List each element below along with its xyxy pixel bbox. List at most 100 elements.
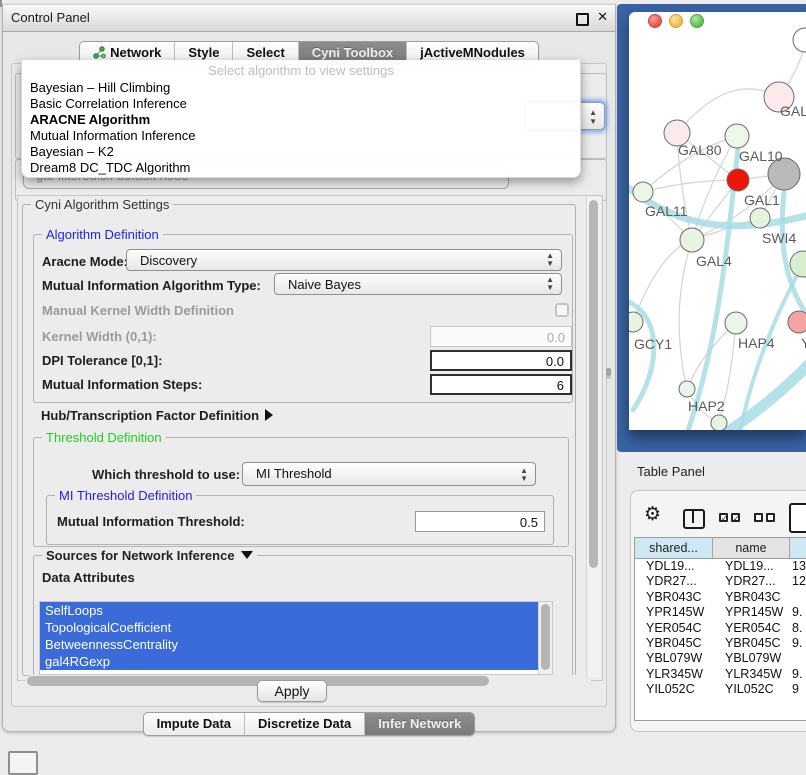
tab-label: Network	[110, 45, 161, 60]
which-threshold-value: MI Threshold	[256, 466, 332, 481]
tab-label: Infer Network	[378, 716, 461, 731]
attribute-item-betweennesscentrality[interactable]: BetweennessCentrality	[40, 636, 539, 653]
tab-label: Select	[246, 45, 284, 60]
network-edge	[679, 240, 692, 389]
mi-steps-field[interactable]: 6	[430, 374, 572, 395]
table-row[interactable]: YDL19...YDL19...13	[635, 559, 806, 574]
network-node[interactable]	[725, 124, 749, 148]
table-cell: YDR27...	[635, 574, 713, 589]
table-cell: YBR045C	[635, 636, 713, 651]
data-attributes-list[interactable]: SelfLoopsTopologicalCoefficientBetweenne…	[39, 601, 553, 675]
network-node[interactable]	[629, 312, 643, 332]
network-node[interactable]	[679, 381, 695, 397]
table-row[interactable]: YER054CYER054C8.	[635, 621, 806, 636]
network-node[interactable]	[790, 251, 806, 277]
settings-scroll-viewport: Cyni Algorithm Settings Algorithm Defini…	[17, 195, 603, 681]
control-panel-window: Control Panel ✕ NetworkStyleSelectCyni T…	[2, 4, 616, 732]
attribute-item-topologicalcoefficient[interactable]: TopologicalCoefficient	[40, 619, 539, 636]
network-node[interactable]	[725, 312, 747, 334]
network-view-window[interactable]: GALGAL80GAL10GAL1GAL11SWI4GAL4GCY1HAP4YH…	[629, 12, 806, 430]
dpi-tolerance-label: DPI Tolerance [0,1]:	[42, 353, 162, 368]
table-panel-title: Table Panel	[637, 464, 705, 479]
dpi-tolerance-field[interactable]: 0.0	[430, 350, 572, 371]
tab-impute-data[interactable]: Impute Data	[144, 713, 244, 735]
scrollbar-thumb[interactable]	[541, 604, 550, 670]
cyni-settings-group-title: Cyni Algorithm Settings	[31, 197, 173, 212]
zoom-traffic-light-icon[interactable]	[690, 14, 704, 28]
sources-title-label: Sources for Network Inference	[46, 548, 235, 563]
dropdown-item-mutual-information-inference[interactable]: Mutual Information Inference	[22, 128, 580, 144]
dropdown-item-bayesian-hill-climbing[interactable]: Bayesian – Hill Climbing	[22, 80, 580, 96]
which-threshold-label: Which threshold to use:	[92, 467, 240, 482]
mi-threshold-field[interactable]: 0.5	[415, 511, 545, 532]
split-columns-icon[interactable]	[683, 509, 705, 529]
dropdown-item-aracne-algorithm[interactable]: ARACNE Algorithm	[22, 112, 580, 128]
table-cell: 9.	[790, 636, 806, 651]
table-row[interactable]: YBR045CYBR045C9.	[635, 636, 806, 651]
attribute-item-selfloops[interactable]: SelfLoops	[40, 602, 539, 619]
network-node[interactable]	[680, 228, 704, 252]
network-node[interactable]	[711, 415, 727, 430]
mi-type-combo[interactable]: Naive Bayes ▲▼	[274, 273, 562, 295]
sources-group-title[interactable]: Sources for Network Inference	[42, 548, 257, 563]
cyni-algorithm-settings-group: Cyni Algorithm Settings Algorithm Defini…	[22, 204, 576, 676]
network-node[interactable]	[793, 28, 806, 52]
network-node[interactable]	[788, 311, 806, 333]
column-header-partial[interactable]	[790, 538, 806, 558]
table-cell: YBR043C	[713, 590, 790, 605]
spinner-arrows-icon: ▲▼	[520, 467, 528, 483]
dropdown-item-basic-correlation-inference[interactable]: Basic Correlation Inference	[22, 96, 580, 112]
network-canvas[interactable]: GALGAL80GAL10GAL1GAL11SWI4GAL4GCY1HAP4YH…	[629, 12, 806, 430]
table-row[interactable]: YBR043CYBR043C	[635, 590, 806, 605]
aracne-mode-value: Discovery	[140, 253, 197, 268]
column-header-shared[interactable]: shared...	[635, 538, 713, 558]
panel-splitter-handle[interactable]	[606, 368, 611, 376]
close-traffic-light-icon[interactable]	[648, 14, 662, 28]
which-threshold-combo[interactable]: MI Threshold ▲▼	[242, 462, 536, 486]
float-window-icon[interactable]	[576, 13, 589, 26]
minimized-panel-icon[interactable]	[8, 751, 38, 775]
table-row[interactable]: YBL079WYBL079W	[635, 651, 806, 666]
table-row[interactable]: YLR345WYLR345W9.	[635, 667, 806, 682]
network-icon	[93, 46, 106, 59]
attribute-item-gal4rgexp[interactable]: gal4RGexp	[40, 653, 539, 670]
table-row[interactable]: YDR27...YDR27...12	[635, 574, 806, 589]
table-row[interactable]: YIL052CYIL052C9	[635, 682, 806, 697]
column-header-name[interactable]: name	[713, 538, 790, 558]
select-all-checkboxes-icon[interactable]: ✓✓	[719, 513, 740, 522]
aracne-mode-combo[interactable]: Discovery ▲▼	[126, 249, 562, 271]
deselect-all-checkboxes-icon[interactable]	[754, 513, 775, 522]
settings-vscrollbar[interactable]	[586, 197, 601, 677]
kernel-width-label: Kernel Width (0,1):	[42, 329, 157, 344]
control-panel-titlebar: Control Panel ✕	[3, 5, 615, 32]
hub-expander-label: Hub/Transcription Factor Definition	[41, 408, 259, 423]
tab-discretize-data[interactable]: Discretize Data	[244, 713, 364, 735]
mi-type-value: Naive Bayes	[288, 277, 361, 292]
close-icon[interactable]: ✕	[597, 9, 608, 25]
table-cell	[790, 590, 806, 605]
table-row[interactable]: YPR145WYPR145W9.	[635, 605, 806, 620]
document-icon[interactable]	[789, 503, 806, 533]
network-node[interactable]	[633, 182, 653, 202]
network-node[interactable]	[727, 169, 749, 191]
network-node[interactable]	[750, 208, 770, 228]
table-panel: ⚙ ✓✓ shared...name YDL19...YDL19...13YDR…	[630, 490, 806, 732]
network-node-label-gal80: GAL80	[678, 142, 722, 158]
tab-infer-network[interactable]: Infer Network	[364, 713, 474, 735]
table-cell: 9	[790, 682, 806, 697]
dropdown-item-bayesian-k2[interactable]: Bayesian – K2	[22, 144, 580, 160]
threshold-definition-group: Threshold Definition Which threshold to …	[33, 437, 569, 547]
kernel-width-field[interactable]: 0.0	[430, 326, 572, 347]
dropdown-item-dream8-dc-tdc-algorithm[interactable]: Dream8 DC_TDC Algorithm	[22, 160, 580, 176]
gear-icon[interactable]: ⚙	[644, 503, 661, 526]
network-node-label-gal1: GAL1	[744, 192, 780, 208]
manual-kernel-checkbox[interactable]	[555, 303, 569, 317]
table-cell: YPR145W	[713, 605, 790, 620]
attribute-list-scrollbar[interactable]	[538, 602, 552, 674]
window-title: Control Panel	[11, 10, 90, 25]
hub-expander[interactable]: Hub/Transcription Factor Definition	[41, 408, 273, 423]
apply-button[interactable]: Apply	[257, 680, 327, 702]
table-cell: YLR345W	[713, 667, 790, 682]
scrollbar-thumb[interactable]	[589, 200, 598, 568]
minimize-traffic-light-icon[interactable]	[669, 14, 683, 28]
